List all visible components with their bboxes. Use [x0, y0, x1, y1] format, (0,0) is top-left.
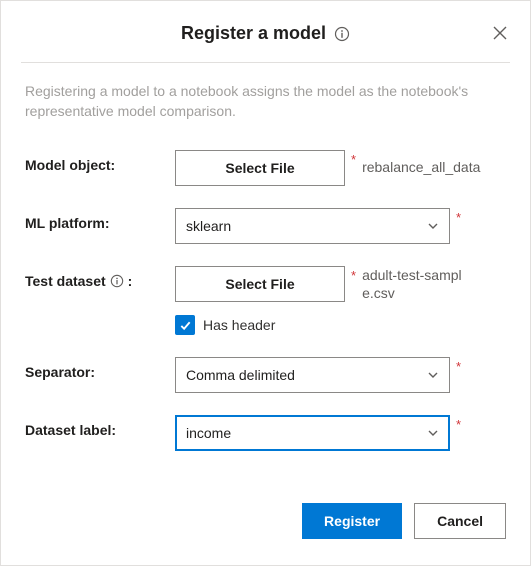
row-separator: Separator: Comma delimited * [25, 357, 506, 393]
close-icon[interactable] [490, 23, 510, 43]
required-indicator: * [456, 359, 461, 374]
has-header-checkbox[interactable] [175, 315, 195, 335]
label-separator: Separator: [25, 357, 175, 380]
row-test-dataset: Test dataset : Select File * adult-test-… [25, 266, 506, 336]
chevron-down-icon [427, 427, 439, 439]
model-object-value: rebalance_all_data [362, 158, 480, 177]
required-indicator: * [456, 417, 461, 432]
dialog-title: Register a model [181, 23, 326, 44]
ml-platform-value: sklearn [186, 218, 231, 234]
row-ml-platform: ML platform: sklearn * [25, 208, 506, 244]
required-indicator: * [351, 152, 356, 167]
label-dataset-label: Dataset label: [25, 415, 175, 438]
register-button[interactable]: Register [302, 503, 402, 539]
form: Model object: Select File * rebalance_al… [1, 150, 530, 452]
chevron-down-icon [427, 220, 439, 232]
dataset-label-dropdown[interactable]: income [175, 415, 450, 451]
info-icon[interactable] [110, 274, 124, 288]
separator-value: Comma delimited [186, 367, 295, 383]
row-dataset-label: Dataset label: income * [25, 415, 506, 451]
register-model-dialog: Register a model Registering a model to … [0, 0, 531, 566]
dialog-description: Registering a model to a notebook assign… [1, 63, 530, 150]
label-test-dataset: Test dataset : [25, 266, 175, 289]
dialog-header: Register a model [1, 1, 530, 62]
test-dataset-value: adult-test-sample.csv [362, 266, 472, 304]
label-model-object: Model object: [25, 150, 175, 173]
has-header-label: Has header [203, 317, 275, 333]
required-indicator: * [351, 268, 356, 283]
separator-dropdown[interactable]: Comma delimited [175, 357, 450, 393]
select-file-model-button[interactable]: Select File [175, 150, 345, 186]
cancel-button[interactable]: Cancel [414, 503, 506, 539]
ml-platform-dropdown[interactable]: sklearn [175, 208, 450, 244]
row-model-object: Model object: Select File * rebalance_al… [25, 150, 506, 186]
label-ml-platform: ML platform: [25, 208, 175, 231]
info-icon[interactable] [334, 26, 350, 42]
dialog-footer: Register Cancel [302, 503, 506, 539]
select-file-dataset-button[interactable]: Select File [175, 266, 345, 302]
chevron-down-icon [427, 369, 439, 381]
required-indicator: * [456, 210, 461, 225]
dataset-label-value: income [186, 425, 231, 441]
